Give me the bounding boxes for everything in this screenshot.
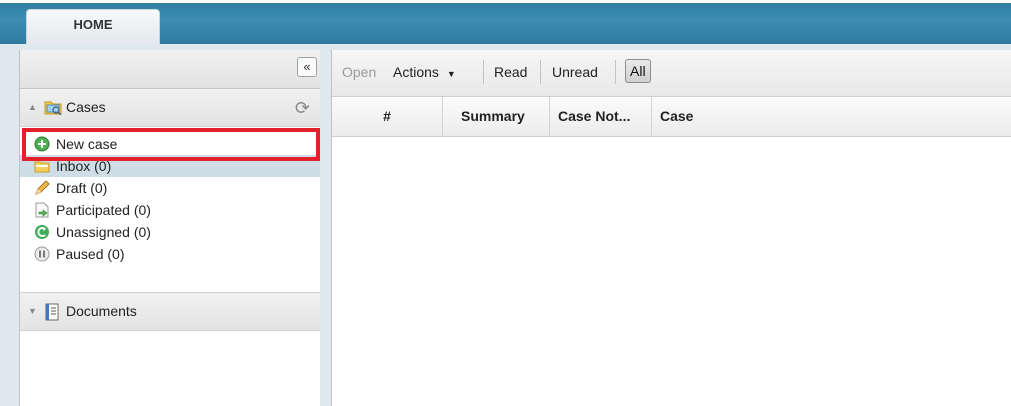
- sidebar-item-draft[interactable]: Draft (0): [20, 177, 320, 199]
- unread-button[interactable]: Unread: [552, 64, 598, 80]
- column-summary[interactable]: Summary: [443, 97, 550, 136]
- top-bar: HOME: [0, 0, 1011, 44]
- left-panel: « ▲ Cases ⟳ New case Inbox (0) Draft (0)…: [19, 50, 321, 406]
- left-panel-header: «: [20, 50, 320, 89]
- refresh-icon[interactable]: ⟳: [295, 98, 310, 119]
- pencil-icon: [34, 180, 50, 196]
- panel-splitter[interactable]: [320, 50, 330, 406]
- sidebar-item-label: Paused (0): [56, 246, 125, 262]
- column-case-notes[interactable]: Case Not...: [550, 97, 652, 136]
- sidebar-item-participated[interactable]: Participated (0): [20, 199, 320, 221]
- actions-label: Actions: [393, 64, 439, 80]
- actions-menu-button[interactable]: Actions ▼: [393, 64, 456, 80]
- cases-folder-icon: [44, 99, 62, 118]
- sidebar-item-label: Draft (0): [56, 180, 108, 196]
- toolbar-divider: [483, 60, 484, 84]
- sidebar-item-paused[interactable]: Paused (0): [20, 243, 320, 265]
- unassigned-icon: [34, 224, 50, 240]
- open-button[interactable]: Open: [342, 64, 376, 80]
- main-panel: Open Actions ▼ Read Unread All # Summary…: [331, 50, 1011, 406]
- toolbar-divider: [540, 60, 541, 84]
- documents-icon: [44, 303, 60, 324]
- column-number[interactable]: #: [332, 97, 443, 136]
- grid-header: # Summary Case Not... Case: [332, 97, 1011, 137]
- collapse-panel-button[interactable]: «: [297, 57, 317, 77]
- documents-section-label: Documents: [66, 303, 137, 319]
- participated-icon: [34, 202, 50, 218]
- tab-home[interactable]: HOME: [26, 9, 160, 44]
- all-button[interactable]: All: [625, 59, 651, 83]
- sidebar-item-label: Unassigned (0): [56, 224, 151, 240]
- read-button[interactable]: Read: [494, 64, 527, 80]
- sidebar-item-label: Participated (0): [56, 202, 151, 218]
- new-case-highlight-box: [22, 128, 320, 161]
- column-case[interactable]: Case: [652, 97, 1011, 136]
- sidebar-item-unassigned[interactable]: Unassigned (0): [20, 221, 320, 243]
- collapse-triangle-icon[interactable]: ▲: [28, 102, 37, 112]
- expand-triangle-icon[interactable]: ▼: [28, 306, 37, 316]
- documents-section-header[interactable]: ▼ Documents: [20, 292, 320, 331]
- cases-section-header[interactable]: ▲ Cases ⟳: [20, 89, 320, 127]
- cases-section-label: Cases: [66, 99, 106, 115]
- toolbar: Open Actions ▼ Read Unread All: [332, 50, 1011, 97]
- pause-icon: [34, 246, 50, 262]
- chevron-down-icon: ▼: [446, 69, 456, 79]
- toolbar-divider: [615, 60, 616, 84]
